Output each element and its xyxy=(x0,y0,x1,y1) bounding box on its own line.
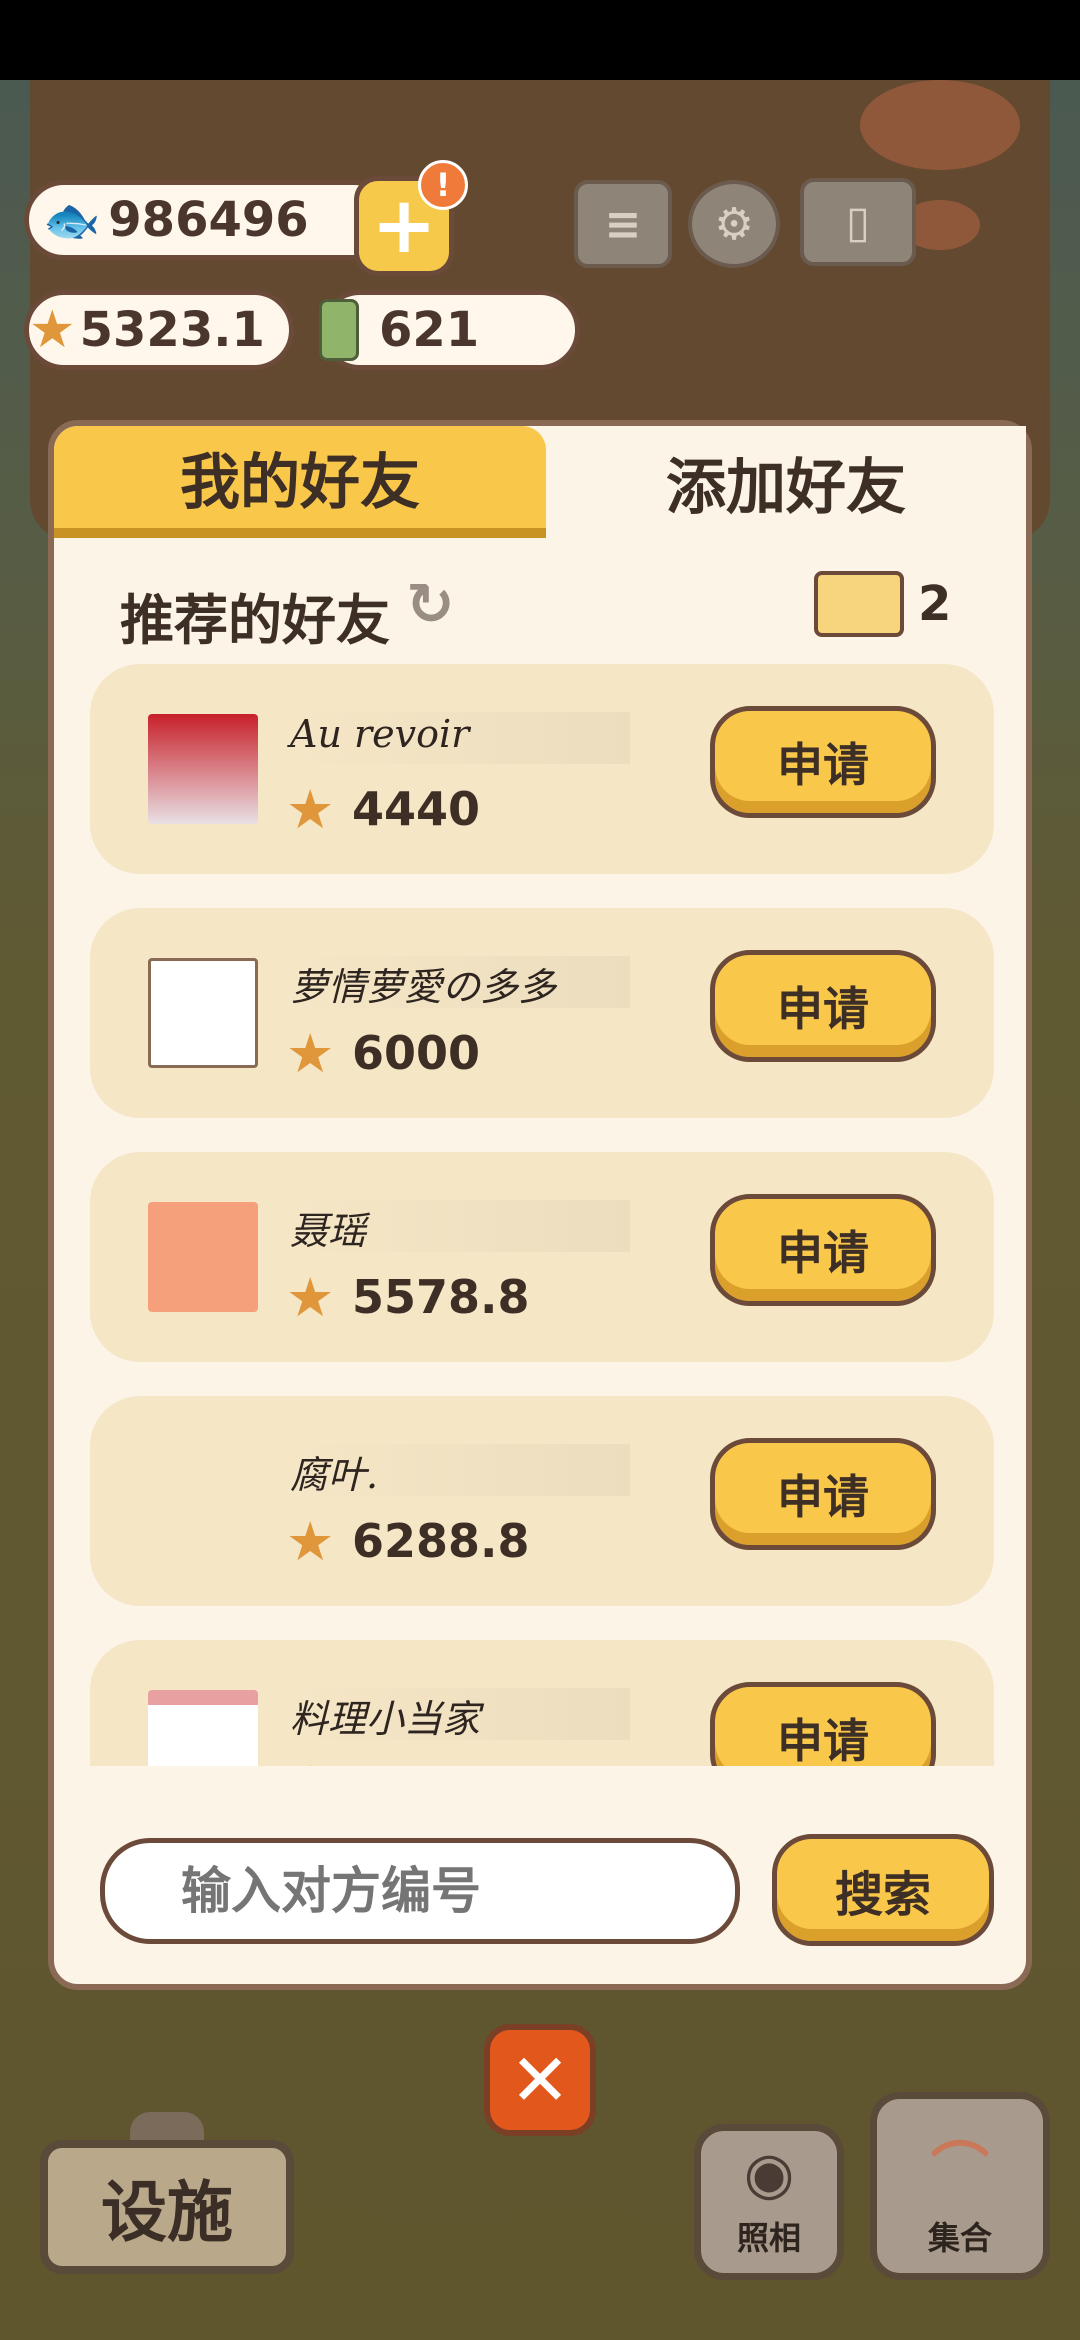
friend-score: 6288.8 xyxy=(352,1514,530,1568)
fish-count: 986496 xyxy=(108,192,309,248)
friend-name: 聂瑶 xyxy=(290,1200,630,1253)
friend-name: 料理小当家 xyxy=(290,1688,630,1741)
friend-card: 腐叶. ★ 6288.8 申请 xyxy=(90,1396,994,1606)
star-icon: ★ xyxy=(286,1758,342,1767)
apply-button[interactable]: 申请 xyxy=(710,1194,936,1306)
avatar[interactable] xyxy=(148,1690,258,1766)
mail-icon[interactable] xyxy=(814,571,904,637)
tab-my-friends[interactable]: 我的好友 xyxy=(54,426,546,538)
photo-button[interactable]: ◉ 照相 xyxy=(694,2124,844,2280)
friend-name: Au revoir xyxy=(290,712,630,764)
camera-icon: ◉ xyxy=(743,2139,795,2207)
friend-list[interactable]: Au revoir ★ 4440 申请 萝情萝愛の多多 ★ 6000 申请 聂瑶… xyxy=(90,664,994,1766)
gear-icon[interactable]: ⚙ xyxy=(688,180,780,268)
fish-icon: 🐟 xyxy=(43,192,101,247)
tab-add-friends[interactable]: 添加好友 xyxy=(546,426,1026,538)
mail-count: 2 xyxy=(918,576,952,632)
star-icon: ★ xyxy=(286,778,335,841)
status-bar xyxy=(0,0,1080,80)
star-icon: ★ xyxy=(286,1510,335,1573)
alert-badge: ! xyxy=(418,160,468,210)
section-title: 推荐的好友 xyxy=(120,589,390,652)
apply-button[interactable]: 申请 xyxy=(710,950,936,1062)
apply-button[interactable]: 申请 xyxy=(710,1682,936,1766)
friend-name: 萝情萝愛の多多 xyxy=(290,956,630,1009)
friend-score: 4440 xyxy=(352,782,481,836)
gather-label: 集合 xyxy=(927,2219,992,2257)
friend-card: 萝情萝愛の多多 ★ 6000 申请 xyxy=(90,908,994,1118)
apply-button[interactable]: 申请 xyxy=(710,706,936,818)
apply-button[interactable]: 申请 xyxy=(710,1438,936,1550)
avatar[interactable] xyxy=(148,1446,258,1556)
friends-dialog: 我的好友 添加好友 推荐的好友 ↻ 2 Au revoir ★ 4440 申请 … xyxy=(48,420,1032,1990)
star-icon: ★ xyxy=(286,1022,335,1085)
star-score-pill: ★ 5323.1 xyxy=(24,290,294,370)
fish-currency: 🐟 986496 xyxy=(24,180,394,260)
facility-button[interactable]: 设施 xyxy=(40,2140,294,2274)
friend-card: 聂瑶 ★ 5578.8 申请 xyxy=(90,1152,994,1362)
star-icon: ★ xyxy=(286,1266,335,1329)
ranking-icon[interactable]: ≡ xyxy=(574,180,672,268)
whistle-icon: ⌒ xyxy=(930,2136,989,2204)
close-button[interactable]: ✕ xyxy=(484,2024,596,2136)
star-score: 5323.1 xyxy=(79,302,265,358)
avatar[interactable] xyxy=(148,1202,258,1312)
friend-score: 5578.8 xyxy=(352,1270,530,1324)
friend-score: 6000 xyxy=(352,1026,481,1080)
can-count: 621 xyxy=(379,302,480,358)
friend-card: Au revoir ★ 4440 申请 xyxy=(90,664,994,874)
search-button[interactable]: 搜索 xyxy=(772,1834,994,1946)
photo-label: 照相 xyxy=(736,2219,801,2257)
can-icon xyxy=(319,299,359,361)
book-icon[interactable]: ▯ xyxy=(800,178,916,266)
friend-score: 5858.8 xyxy=(352,1758,530,1766)
gather-button[interactable]: ⌒ 集合 xyxy=(870,2092,1050,2280)
friend-name: 腐叶. xyxy=(290,1444,630,1497)
star-icon: ★ xyxy=(29,300,76,360)
refresh-icon[interactable]: ↻ xyxy=(406,574,466,634)
friend-card: 料理小当家 ★ 5858.8 申请 xyxy=(90,1640,994,1766)
can-currency: 621 xyxy=(319,290,580,370)
avatar[interactable] xyxy=(148,714,258,824)
avatar[interactable] xyxy=(148,958,258,1068)
search-input[interactable] xyxy=(100,1838,740,1944)
